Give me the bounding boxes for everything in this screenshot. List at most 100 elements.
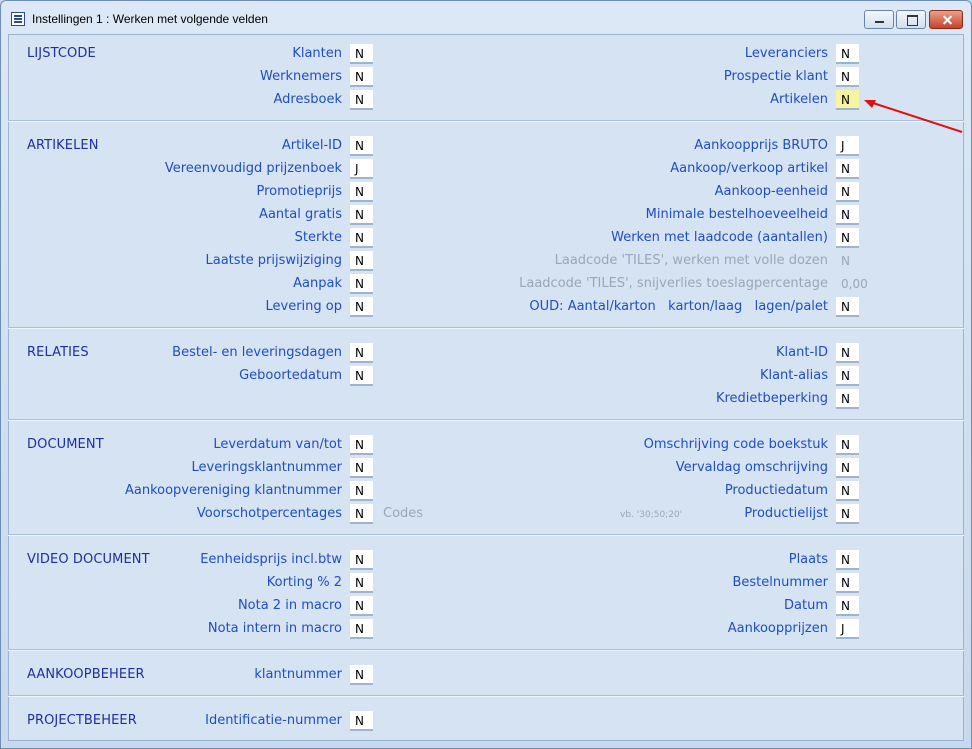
- field-nota-2[interactable]: N: [350, 596, 373, 616]
- section-divider: [8, 534, 964, 536]
- label-vervaldag-omschrijving: Vervaldag omschrijving: [675, 460, 828, 475]
- label-bestelnummer: Bestelnummer: [732, 575, 828, 590]
- label-werknemers: Werknemers: [260, 69, 342, 84]
- label-aankoop-verkoop-artikel: Aankoop/verkoop artikel: [670, 161, 828, 176]
- section-title-document: DOCUMENT: [27, 437, 104, 452]
- field-leveranciers[interactable]: N: [836, 44, 859, 64]
- close-button[interactable]: [929, 10, 963, 29]
- label-productielijst: Productielijst: [744, 506, 828, 521]
- field-leverdatum[interactable]: N: [350, 435, 373, 455]
- field-nota-intern[interactable]: N: [350, 619, 373, 639]
- section-title-aankoopbeheer: AANKOOPBEHEER: [27, 667, 145, 682]
- field-oud-aantal-karton[interactable]: N: [836, 297, 859, 317]
- title-bar[interactable]: Instellingen 1 : Werken met volgende vel…: [1, 1, 971, 33]
- field-aankoopprijzen[interactable]: J: [836, 619, 859, 639]
- label-laadcode: Werken met laadcode (aantallen): [611, 230, 828, 245]
- section-title-relaties: RELATIES: [27, 345, 89, 360]
- field-minimale-bestelhoeveelheid[interactable]: N: [836, 205, 859, 225]
- field-klant-id[interactable]: N: [836, 343, 859, 363]
- field-aanpak[interactable]: N: [350, 274, 373, 294]
- section-divider: [8, 649, 964, 651]
- label-levering-op: Levering op: [265, 299, 343, 314]
- label-geboortedatum: Geboortedatum: [239, 368, 342, 383]
- label-nota-intern: Nota intern in macro: [207, 621, 342, 636]
- field-identificatie-nummer[interactable]: N: [350, 711, 373, 731]
- label-aankoop-eenheid: Aankoop-eenheid: [714, 184, 828, 199]
- label-vereenvoudigd-prijzenboek: Vereenvoudigd prijzenboek: [164, 161, 342, 176]
- field-kredietbeperking[interactable]: N: [836, 389, 859, 409]
- field-aantal-gratis[interactable]: N: [350, 205, 373, 225]
- red-arrow-annotation: [864, 100, 963, 133]
- label-plaats: Plaats: [788, 552, 828, 567]
- field-laadcode[interactable]: N: [836, 228, 859, 248]
- section-title-lijstcode: LIJSTCODE: [27, 46, 96, 61]
- label-klant-id: Klant-ID: [776, 345, 828, 360]
- field-laatste-prijswijziging[interactable]: N: [350, 251, 373, 271]
- label-aankoopprijs-bruto: Aankoopprijs BRUTO: [694, 138, 828, 153]
- section-divider: [8, 327, 964, 329]
- label-identificatie-nummer: Identificatie-nummer: [205, 713, 342, 728]
- field-productielijst[interactable]: N: [836, 504, 859, 524]
- field-werknemers[interactable]: N: [350, 67, 373, 87]
- label-omschrijving-code-boekstuk: Omschrijving code boekstuk: [643, 437, 828, 452]
- field-korting[interactable]: N: [350, 573, 373, 593]
- label-oud-aantal-karton: OUD: Aantal/karton karton/laag lagen/pal…: [529, 299, 828, 314]
- field-vereenvoudigd-prijzenboek[interactable]: J: [350, 159, 373, 179]
- field-vervaldag-omschrijving[interactable]: N: [836, 458, 859, 478]
- label-promotieprijs: Promotieprijs: [256, 184, 342, 199]
- field-plaats[interactable]: N: [836, 550, 859, 570]
- section-title-projectbeheer: PROJECTBEHEER: [27, 713, 137, 728]
- codes-input[interactable]: Codes: [383, 506, 423, 521]
- field-adresboek[interactable]: N: [350, 90, 373, 110]
- field-tiles-snijverlies: 0,00: [841, 277, 868, 291]
- example-hint: vb. '30;50;20': [620, 510, 683, 520]
- field-levering-op[interactable]: N: [350, 297, 373, 317]
- label-voorschotpercentages: Voorschotpercentages: [196, 506, 342, 521]
- section-title-video-document: VIDEO DOCUMENT: [27, 552, 150, 567]
- label-aanpak: Aanpak: [293, 276, 342, 291]
- field-tiles-volle-dozen: N: [841, 254, 850, 268]
- label-klant-alias: Klant-alias: [759, 368, 828, 383]
- field-datum[interactable]: N: [836, 596, 859, 616]
- field-omschrijving-code-boekstuk[interactable]: N: [836, 435, 859, 455]
- label-aankoopprijzen: Aankoopprijzen: [727, 621, 828, 636]
- minimize-button[interactable]: [864, 10, 894, 29]
- label-sterkte: Sterkte: [294, 230, 342, 245]
- field-aankoopvereniging[interactable]: N: [350, 481, 373, 501]
- field-sterkte[interactable]: N: [350, 228, 373, 248]
- field-bestelnummer[interactable]: N: [836, 573, 859, 593]
- field-aankoop-eenheid[interactable]: N: [836, 182, 859, 202]
- label-aantal-gratis: Aantal gratis: [259, 207, 342, 222]
- label-aankoopvereniging: Aankoopvereniging klantnummer: [124, 483, 342, 498]
- label-korting: Korting % 2: [266, 575, 342, 590]
- label-minimale-bestelhoeveelheid: Minimale bestelhoeveelheid: [645, 207, 828, 222]
- field-klant-alias[interactable]: N: [836, 366, 859, 386]
- field-eenheidsprijs[interactable]: N: [350, 550, 373, 570]
- label-tiles-volle-dozen: Laadcode 'TILES', werken met volle dozen: [554, 253, 828, 268]
- label-leverdatum: Leverdatum van/tot: [213, 437, 342, 452]
- field-voorschotpercentages[interactable]: N: [350, 504, 373, 524]
- field-geboortedatum[interactable]: N: [350, 366, 373, 386]
- field-aankoopprijs-bruto[interactable]: J: [836, 136, 859, 156]
- field-aankoop-verkoop-artikel[interactable]: N: [836, 159, 859, 179]
- field-artikelen[interactable]: N: [836, 90, 859, 110]
- field-klantnummer[interactable]: N: [350, 665, 373, 685]
- field-promotieprijs[interactable]: N: [350, 182, 373, 202]
- label-artikelen: Artikelen: [770, 92, 828, 107]
- field-klanten[interactable]: N: [350, 44, 373, 64]
- maximize-button[interactable]: [896, 10, 926, 29]
- section-divider: [8, 695, 964, 697]
- label-bestel-leveringsdagen: Bestel- en leveringsdagen: [172, 345, 342, 360]
- field-productiedatum[interactable]: N: [836, 481, 859, 501]
- label-eenheidsprijs: Eenheidsprijs incl.btw: [200, 552, 342, 567]
- field-bestel-leveringsdagen[interactable]: N: [350, 343, 373, 363]
- field-artikel-id[interactable]: N: [350, 136, 373, 156]
- label-productiedatum: Productiedatum: [724, 483, 828, 498]
- window-menu-icon[interactable]: [11, 12, 25, 26]
- label-laatste-prijswijziging: Laatste prijswijziging: [205, 253, 342, 268]
- field-prospectie-klant[interactable]: N: [836, 67, 859, 87]
- window-title: Instellingen 1 : Werken met volgende vel…: [32, 12, 268, 26]
- label-prospectie-klant: Prospectie klant: [723, 69, 828, 84]
- field-leveringsklantnummer[interactable]: N: [350, 458, 373, 478]
- label-kredietbeperking: Kredietbeperking: [715, 391, 828, 406]
